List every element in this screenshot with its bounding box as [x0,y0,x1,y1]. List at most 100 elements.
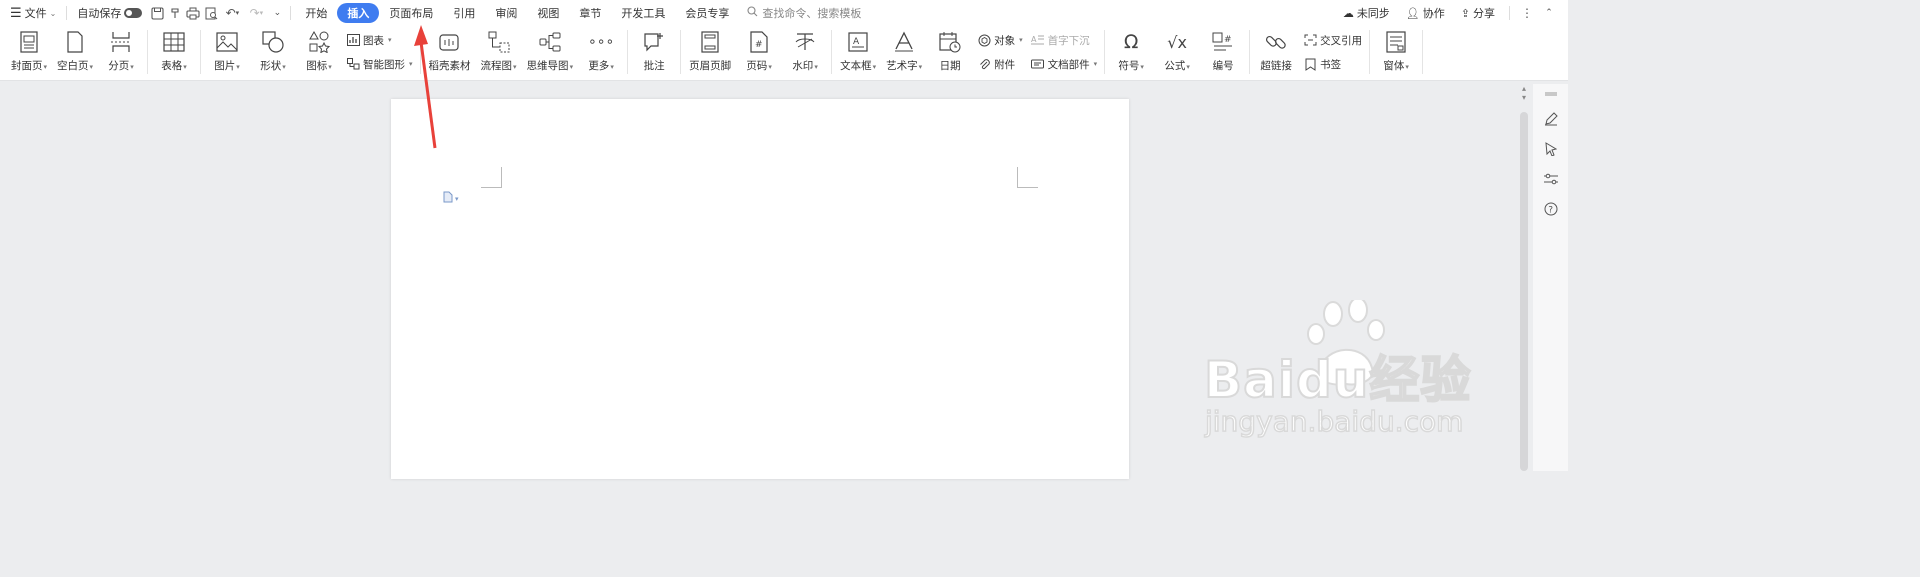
cross-ref-button[interactable]: 交叉引用 [1303,31,1362,49]
divider [147,30,149,74]
tab-page-layout[interactable]: 页面布局 [379,3,443,23]
icon-button[interactable]: 图标 [296,28,342,78]
table-button[interactable]: 表格 [151,28,197,78]
formula-button[interactable]: √x 公式 [1154,28,1200,78]
smart-art-button[interactable]: 智能图形 [346,55,413,73]
doc-material-button[interactable]: 稻壳素材 [424,28,476,78]
shape-button[interactable]: 形状 [250,28,296,78]
doc-parts-button[interactable]: 文档部件 [1031,55,1098,73]
flowchart-button[interactable]: 流程图 [476,28,522,78]
paragraph-layout-button[interactable]: ▾ [443,191,459,206]
tab-member[interactable]: 会员专享 [675,3,739,23]
print-preview-icon[interactable] [202,4,220,22]
object-attachment-stack: 对象 附件 [973,28,1027,76]
panel-collapse-icon[interactable] [1533,84,1568,104]
scroll-up-arrow-icon[interactable]: ▴ ▾ [1518,84,1530,102]
tab-insert[interactable]: 插入 [337,3,380,23]
drop-cap-button[interactable]: A 首字下沉 [1031,31,1098,49]
comment-button[interactable]: 批注 [631,28,677,78]
page-number-button[interactable]: # 页码 [736,28,782,78]
picture-button[interactable]: 图片 [204,28,250,78]
symbol-button[interactable]: Ω 符号 [1108,28,1154,78]
object-button[interactable]: 对象 [977,31,1023,49]
ribbon-group-table: 表格 [151,26,197,78]
page-number-label: 页码 [746,58,772,73]
autosave-toggle[interactable]: 自动保存 [71,2,148,24]
attachment-label: 附件 [994,58,1016,71]
print-icon[interactable] [184,4,202,22]
chart-smartart-stack: 图表 智能图形 [342,28,417,76]
tab-section[interactable]: 章节 [569,3,611,23]
icons-library-icon [307,30,331,54]
margin-corner-left [481,167,502,188]
divider [419,30,421,74]
format-painter-icon[interactable] [166,4,184,22]
watermark-button[interactable]: 水印 [782,28,828,78]
cloud-icon: ☁ [1342,6,1354,20]
blank-page-button[interactable]: 空白页 [52,28,98,78]
tab-view[interactable]: 视图 [527,3,569,23]
sync-status[interactable]: ☁ 未同步 [1337,2,1396,24]
attachment-button[interactable]: 附件 [977,55,1023,73]
numbering-button[interactable]: # 编号 [1200,28,1246,78]
calendar-icon [938,30,962,54]
divider [627,30,629,74]
document-page[interactable]: ▾ [391,99,1129,479]
collaborate-button[interactable]: 👤︎ 协作 [1400,2,1451,24]
hyperlink-button[interactable]: 超链接 [1253,28,1299,78]
tab-developer[interactable]: 开发工具 [611,3,675,23]
page-break-button[interactable]: 分页 [98,28,144,78]
chart-icon [346,33,360,47]
more-options-icon[interactable]: ⋮ [1518,4,1536,22]
scrollbar-thumb[interactable] [1520,112,1528,471]
redo-icon[interactable]: ↷ ▾ [244,4,268,22]
adjust-settings-icon[interactable] [1533,164,1568,194]
blank-page-label: 空白页 [57,58,93,73]
header-footer-button[interactable]: 页眉页脚 [684,28,736,78]
tab-review[interactable]: 审阅 [485,3,527,23]
form-button[interactable]: 窗体 [1373,28,1419,78]
mind-map-icon [538,30,562,54]
svg-text:#: # [755,40,763,50]
help-icon[interactable]: ? [1533,194,1568,224]
menubar-right: ☁ 未同步 👤︎ 协作 ⇪ 分享 ⋮ ⌃ [1337,0,1568,26]
cross-ref-label: 交叉引用 [1320,34,1363,47]
comment-icon [642,30,666,54]
watermark-main-text: Baidu经验 [1203,350,1472,410]
more-dots-icon: ∘∘∘ [587,34,615,50]
doc-material-icon [438,30,462,54]
doc-parts-label: 文档部件 [1047,58,1090,71]
tab-home[interactable]: 开始 [295,3,337,23]
svg-text:A: A [1031,35,1037,44]
watermark-label: 水印 [792,58,818,73]
date-button[interactable]: 日期 [927,28,973,78]
doc-material-label: 稻壳素材 [428,60,471,72]
word-art-icon [892,30,916,54]
undo-icon[interactable]: ↶ ▾ [220,4,244,22]
pen-edit-icon[interactable] [1533,104,1568,134]
word-art-label: 艺术字 [886,58,922,73]
bookmark-button[interactable]: 书签 [1303,55,1362,73]
command-search[interactable]: 查找命令、搜索模板 [747,5,861,21]
text-box-button[interactable]: A 文本框 [835,28,881,78]
more-button[interactable]: ∘∘∘ 更多 [578,28,624,78]
collab-label: 协作 [1422,7,1445,20]
mind-map-button[interactable]: 思维导图 [522,28,579,78]
file-menu[interactable]: ☰ 文件 ⌄ [0,2,62,24]
customize-quick-access-icon[interactable]: ⌄ [268,4,286,22]
vertical-scrollbar[interactable]: ▴ ▾ [1518,84,1530,471]
watermark-icon [793,30,817,54]
share-button[interactable]: ⇪ 分享 [1455,2,1501,24]
tab-references[interactable]: 引用 [443,3,485,23]
paperclip-icon [977,57,991,71]
cover-page-button[interactable]: 封面页 [6,28,52,78]
hamburger-icon: ☰ [10,5,22,21]
page-number-icon: # [747,30,771,54]
icon-label: 图标 [306,58,332,73]
chart-button[interactable]: 图表 [346,31,413,49]
table-label: 表格 [161,58,187,73]
save-icon[interactable] [148,4,166,22]
word-art-button[interactable]: 艺术字 [881,28,927,78]
collapse-ribbon-icon[interactable]: ⌃ [1540,4,1558,22]
select-cursor-icon[interactable] [1533,134,1568,164]
